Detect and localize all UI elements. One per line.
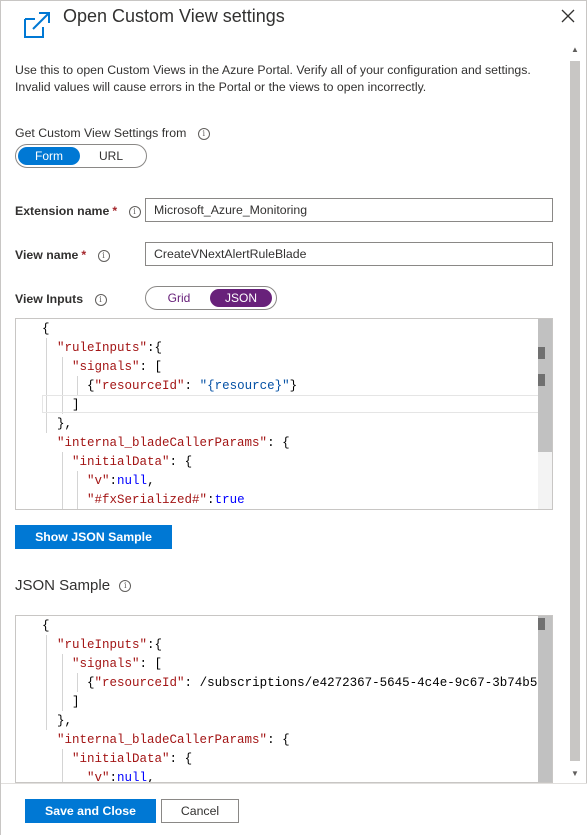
code-line: "signals": [ (72, 657, 163, 671)
json-sample-viewer[interactable]: { "ruleInputs":{ "signals": [ {"resource… (15, 615, 553, 783)
code-line: { (42, 322, 50, 336)
code-line: "signals": [ (72, 360, 163, 374)
sample-scrollbar[interactable] (538, 616, 552, 782)
scrollbar-marker (538, 374, 545, 386)
description-text: Use this to open Custom Views in the Azu… (15, 63, 531, 94)
scrollbar-marker (538, 618, 545, 630)
required-mark: * (112, 204, 118, 218)
code-line: "initialData": { (72, 752, 193, 766)
code-line: "ruleInputs":{ (57, 638, 163, 652)
code-line: { (42, 619, 50, 633)
source-label-text: Get Custom View Settings from (15, 126, 187, 140)
view-inputs-toggle[interactable]: Grid JSON (145, 286, 277, 310)
code-line: {"resourceId": /subscriptions/e4272367-5… (42, 676, 538, 690)
view-inputs-label-text: View Inputs (15, 292, 84, 306)
scroll-up-icon[interactable]: ▲ (570, 45, 580, 55)
cancel-button[interactable]: Cancel (161, 799, 239, 823)
footer: Save and Close Cancel (1, 783, 587, 835)
header: Open Custom View settings (1, 1, 587, 45)
source-option-url[interactable]: URL (80, 147, 142, 165)
view-name-input[interactable]: CreateVNextAlertRuleBlade (145, 242, 553, 266)
close-icon[interactable] (557, 5, 579, 27)
code-line: "internal_bladeCallerParams": { (57, 436, 290, 450)
code-line: }, (42, 417, 73, 431)
info-icon[interactable]: i (97, 249, 110, 262)
code-line: }, (42, 714, 73, 728)
view-inputs-option-json[interactable]: JSON (210, 289, 272, 307)
show-json-sample-button[interactable]: Show JSON Sample (15, 525, 172, 549)
extension-name-input[interactable]: Microsoft_Azure_Monitoring (145, 198, 553, 222)
code-line: "initialData": { (72, 455, 193, 469)
page-scrollbar[interactable]: ▲ ▼ (567, 41, 583, 783)
code-line: "v":null, (87, 771, 155, 783)
sample-scrollbar-thumb[interactable] (538, 616, 552, 782)
view-inputs-label: View Inputs i (15, 292, 107, 306)
info-icon[interactable]: i (128, 205, 141, 218)
scrollbar-marker (538, 347, 545, 359)
editor-scrollbar[interactable] (538, 319, 552, 509)
code-line: "internal_bladeCallerParams": { (57, 733, 290, 747)
info-icon[interactable]: i (197, 127, 210, 140)
code-line: "v":null, (87, 474, 155, 488)
extension-name-label: Extension name * i (15, 204, 141, 218)
save-and-close-button[interactable]: Save and Close (25, 799, 156, 823)
view-name-label-text: View name (15, 248, 79, 262)
open-external-icon (24, 12, 50, 38)
extension-label-text: Extension name (15, 204, 110, 218)
current-line-highlight (42, 395, 552, 413)
page-title: Open Custom View settings (63, 6, 285, 26)
code-line: "ruleInputs":{ (57, 341, 163, 355)
code-line: ] (42, 695, 80, 709)
json-sample-title: JSON Sample i (15, 577, 132, 594)
source-toggle[interactable]: Form URL (15, 144, 147, 168)
scroll-down-icon[interactable]: ▼ (570, 769, 580, 779)
view-name-label: View name * i (15, 248, 110, 262)
dialog-panel: Open Custom View settings ▲ ▼ Use this t… (0, 0, 587, 835)
info-icon[interactable]: i (119, 580, 132, 593)
required-mark: * (81, 248, 87, 262)
view-inputs-option-grid[interactable]: Grid (148, 289, 210, 307)
json-sample-title-text: JSON Sample (15, 577, 111, 594)
info-icon[interactable]: i (94, 293, 107, 306)
code-line: {"resourceId": "{resource}"} (42, 379, 298, 393)
scrollbar-thumb[interactable] (570, 61, 580, 761)
source-label: Get Custom View Settings from i (15, 126, 210, 140)
code-line: "#fxSerialized#":true (87, 493, 245, 507)
source-option-form[interactable]: Form (18, 147, 80, 165)
code-line: ] (42, 398, 80, 412)
json-editor[interactable]: { "ruleInputs":{ "signals": [ {"resource… (15, 318, 553, 510)
